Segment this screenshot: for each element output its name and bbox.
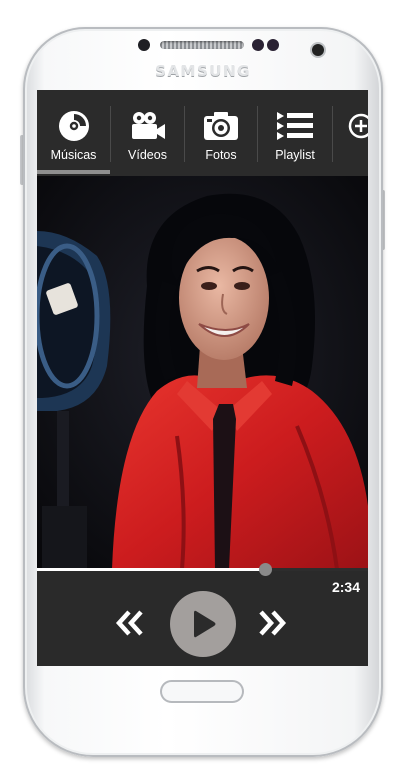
camera-icon: [203, 110, 239, 142]
seek-progress: [37, 568, 265, 571]
video-frame[interactable]: [37, 176, 368, 569]
tab-add[interactable]: [333, 90, 368, 176]
brand-logo: SAMSUNG: [155, 62, 251, 80]
tab-playlist[interactable]: Playlist: [258, 90, 332, 176]
play-button[interactable]: [170, 591, 236, 657]
active-tab-indicator: [37, 170, 110, 174]
fast-forward-button[interactable]: [255, 606, 289, 640]
tab-playlist-label: Playlist: [275, 148, 315, 162]
front-camera: [312, 44, 324, 56]
rewind-button[interactable]: [113, 606, 147, 640]
play-icon: [194, 610, 216, 638]
home-button[interactable]: [160, 680, 244, 703]
tab-musicas-label: Músicas: [50, 148, 97, 162]
add-circle-icon: [333, 110, 368, 142]
elapsed-time: 2:34: [331, 579, 360, 595]
light-sensor-2: [267, 39, 279, 51]
video-camera-icon: [130, 110, 166, 142]
disc-icon: [58, 110, 90, 142]
earpiece-speaker: [160, 41, 244, 49]
proximity-sensor: [138, 39, 150, 51]
tab-videos[interactable]: Vídeos: [111, 90, 184, 176]
screen: Músicas Vídeos Fotos Playlist 2:34: [37, 90, 368, 666]
seek-bar[interactable]: [37, 568, 368, 571]
tab-musicas[interactable]: Músicas: [37, 90, 110, 176]
rewind-icon: [115, 610, 143, 636]
seek-thumb[interactable]: [259, 563, 272, 576]
stage: SAMSUNG Músicas Vídeos Fotos Playlist 2:…: [0, 0, 407, 770]
playlist-icon: [275, 110, 315, 142]
tab-fotos[interactable]: Fotos: [185, 90, 257, 176]
light-sensor: [252, 39, 264, 51]
tab-fotos-label: Fotos: [205, 148, 237, 162]
media-tab-bar: Músicas Vídeos Fotos Playlist: [37, 90, 368, 176]
video-still-image: [37, 176, 368, 569]
fast-forward-icon: [259, 610, 287, 636]
tab-videos-label: Vídeos: [128, 148, 167, 162]
